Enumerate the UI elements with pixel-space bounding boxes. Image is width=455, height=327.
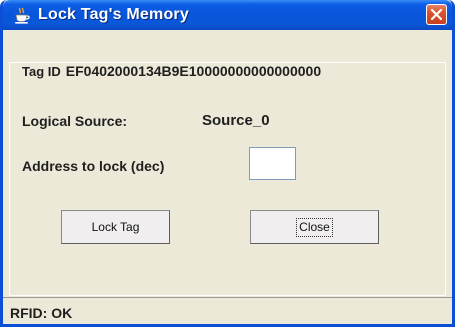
tag-id-label: Tag ID <box>22 64 61 79</box>
lock-tag-memory-dialog: Lock Tag's Memory Tag ID EF0402000134B9E1… <box>0 0 455 327</box>
close-icon <box>430 8 443 21</box>
lock-tag-button[interactable]: Lock Tag <box>61 210 170 244</box>
content-panel <box>9 62 446 296</box>
close-button[interactable]: Close <box>250 210 379 244</box>
status-text: RFID: OK <box>10 305 73 321</box>
window-title: Lock Tag's Memory <box>38 6 189 23</box>
tag-id-value: EF0402000134B9E10000000000000000 <box>65 63 322 79</box>
java-coffee-cup-icon <box>13 7 31 25</box>
tag-id-row: Tag ID EF0402000134B9E10000000000000000 <box>22 63 321 79</box>
logical-source-value: Source_0 <box>202 112 270 129</box>
address-input[interactable] <box>249 147 296 180</box>
address-label: Address to lock (dec) <box>22 158 165 174</box>
close-window-button[interactable] <box>426 4 447 25</box>
status-bar: RFID: OK <box>3 297 452 324</box>
close-button-label: Close <box>296 218 333 237</box>
title-bar[interactable]: Lock Tag's Memory <box>3 0 452 30</box>
logical-source-label: Logical Source: <box>22 113 128 129</box>
